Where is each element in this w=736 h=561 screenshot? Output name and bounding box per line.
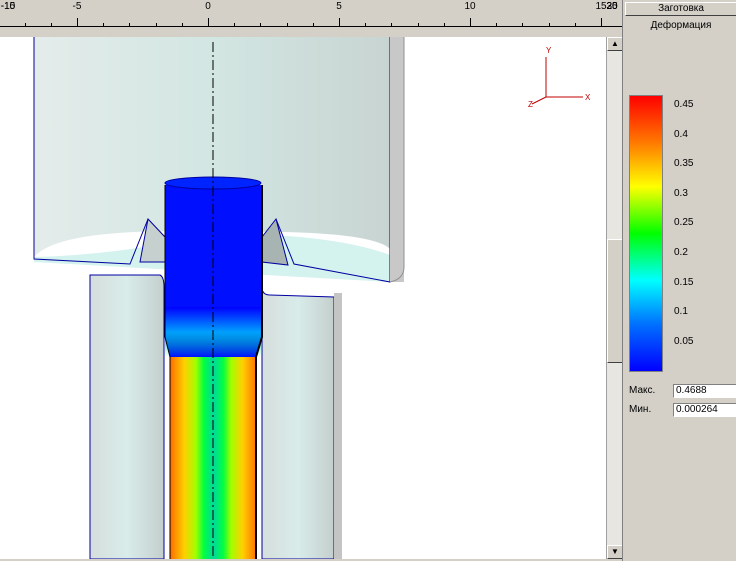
ruler-label: 30 bbox=[606, 1, 618, 12]
scroll-thumb[interactable] bbox=[607, 239, 623, 363]
ruler-tick bbox=[496, 23, 498, 27]
results-panel: Заготовка Деформация 0.45 0.4 0.35 0.3 0.25 0… bbox=[622, 0, 736, 561]
scroll-up-button[interactable]: ▲ bbox=[607, 37, 623, 51]
ruler-tick bbox=[155, 23, 157, 27]
top-ruler: -15 -10 -5 0 5 10 15 20 25 30 bbox=[0, 0, 622, 38]
ruler-tick bbox=[181, 23, 183, 27]
colorbar-tick-label: 0.3 bbox=[674, 187, 688, 199]
ruler-tick bbox=[77, 18, 78, 27]
workpiece-tab-button[interactable]: Заготовка bbox=[625, 2, 736, 16]
ruler-tick bbox=[548, 23, 550, 27]
deformation-model: Y X Z bbox=[33, 37, 591, 559]
ruler-tick bbox=[417, 23, 419, 27]
ruler-label: -5 bbox=[72, 1, 82, 12]
axis-y-label: Y bbox=[546, 46, 552, 55]
ruler-tick bbox=[24, 23, 26, 27]
colorbar-tick-label: 0.45 bbox=[674, 99, 694, 110]
axis-z-label: Z bbox=[528, 100, 533, 109]
ruler-tick bbox=[339, 18, 340, 27]
lower-die-right bbox=[261, 286, 335, 559]
colorbar-tick-label: 0.15 bbox=[674, 276, 694, 288]
max-label: Макс. bbox=[629, 385, 656, 396]
ruler-baseline bbox=[0, 26, 622, 27]
ruler-tick bbox=[470, 18, 471, 27]
ruler-tick bbox=[574, 23, 576, 27]
colorbar-tick-label: 0.4 bbox=[674, 128, 688, 140]
ruler-tick bbox=[391, 23, 393, 27]
ruler-tick bbox=[286, 23, 288, 27]
lower-die-left bbox=[89, 274, 165, 559]
ruler-tick bbox=[312, 23, 314, 27]
ruler-tick bbox=[260, 23, 262, 27]
colorbar-tick-label: 0.1 bbox=[674, 306, 688, 318]
ruler-label: 5 bbox=[336, 1, 342, 12]
ruler-tick bbox=[601, 18, 602, 27]
ruler-label: 15 bbox=[595, 1, 607, 12]
colorbar-tick-label: 0.35 bbox=[674, 158, 694, 170]
axis-triad: Y X Z bbox=[528, 46, 591, 109]
axis-x-label: X bbox=[585, 93, 591, 102]
field-name-label: Деформация bbox=[650, 20, 712, 31]
ruler-tick bbox=[522, 23, 524, 27]
ruler-tick bbox=[234, 23, 236, 27]
ruler-tick bbox=[103, 23, 105, 27]
vertical-scrollbar[interactable]: ▲ ▼ bbox=[606, 37, 623, 559]
colorbar-tick-label: 0.05 bbox=[674, 335, 694, 347]
ruler-label: -10 bbox=[0, 1, 16, 12]
color-legend-bar bbox=[629, 95, 663, 372]
model-viewport[interactable]: Y X Z bbox=[0, 37, 606, 559]
ruler-tick bbox=[443, 23, 445, 27]
ruler-label: 10 bbox=[464, 1, 476, 12]
colorbar-tick-label: 0.2 bbox=[674, 247, 688, 258]
max-value-field: 0.4688 bbox=[673, 384, 736, 398]
ruler-label: 0 bbox=[205, 1, 211, 12]
ruler-tick bbox=[129, 23, 131, 27]
ruler-tick bbox=[50, 23, 52, 27]
ruler-tick bbox=[365, 23, 367, 27]
scroll-down-button[interactable]: ▼ bbox=[607, 545, 623, 559]
colorbar-tick-label: 0.25 bbox=[674, 217, 694, 229]
min-label: Мин. bbox=[629, 404, 652, 415]
ruler-tick bbox=[208, 18, 209, 27]
min-value-field: 0.000264 bbox=[673, 403, 736, 417]
